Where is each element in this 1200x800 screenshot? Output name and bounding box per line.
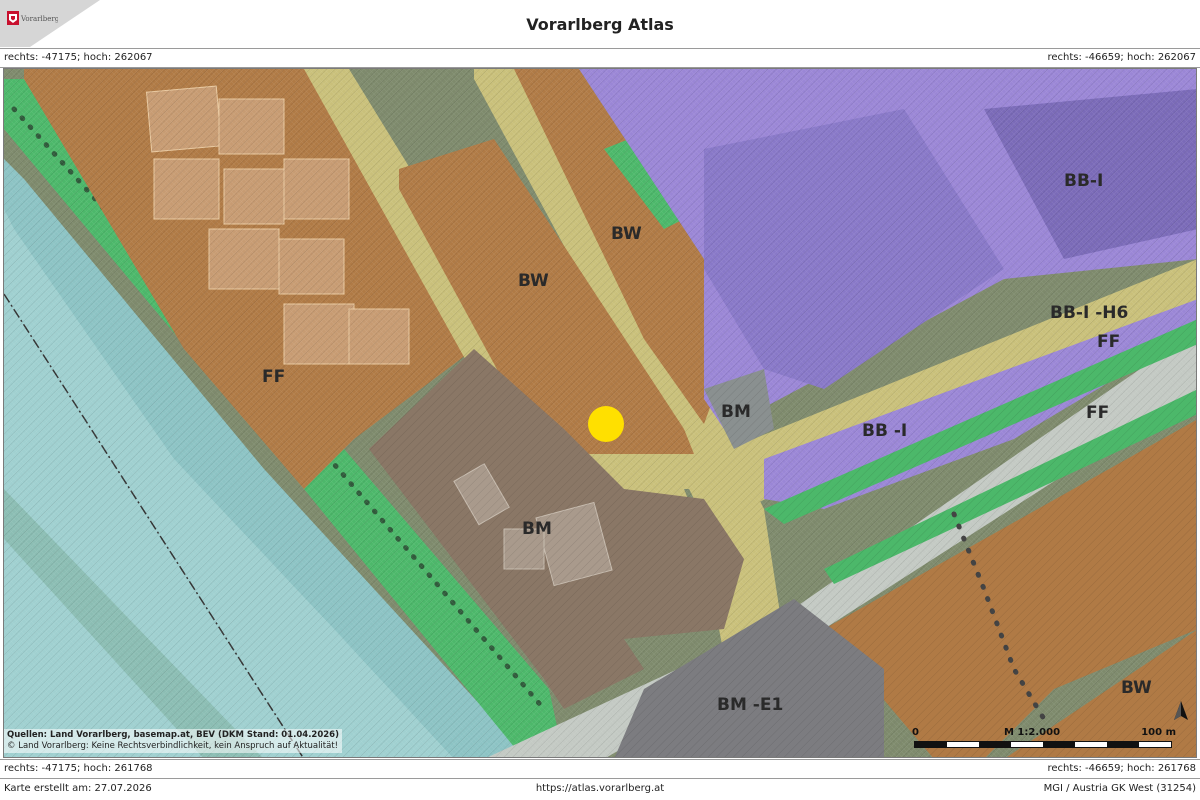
north-arrow-icon bbox=[1174, 701, 1188, 720]
coord-bottom-left: rechts: -47175; hoch: 261768 bbox=[4, 763, 153, 774]
page-title: Vorarlberg Atlas bbox=[526, 15, 674, 34]
zoning-map[interactable]: BW BW BW BB-I BB-I -H6 BB -I BM BM BM -E… bbox=[4, 69, 1197, 758]
zone-label[interactable]: BM bbox=[721, 402, 751, 422]
coord-top-right: rechts: -46659; hoch: 262067 bbox=[1047, 52, 1196, 63]
scale-end: 100 m bbox=[1141, 727, 1176, 738]
location-marker-icon[interactable] bbox=[588, 406, 624, 442]
map-sources: Quellen: Land Vorarlberg, basemap.at, BE… bbox=[4, 729, 342, 753]
zone-label[interactable]: BB -I bbox=[862, 421, 907, 441]
zone-label[interactable]: BB-I -H6 bbox=[1050, 303, 1128, 323]
coord-top-left: rechts: -47175; hoch: 262067 bbox=[4, 52, 153, 63]
scale-bar-graphic bbox=[914, 741, 1172, 748]
scale-ratio: M 1:2.000 bbox=[1004, 727, 1061, 738]
scale-start: 0 bbox=[912, 727, 919, 738]
zone-label[interactable]: FF bbox=[1086, 403, 1109, 423]
scale-bar: 0 M 1:2.000 100 m bbox=[908, 727, 1176, 755]
coord-bottom-right: rechts: -46659; hoch: 261768 bbox=[1047, 763, 1196, 774]
footer: Karte erstellt am: 27.07.2026 https://at… bbox=[0, 778, 1200, 800]
zone-label[interactable]: BB-I bbox=[1064, 171, 1103, 191]
zone-label[interactable]: BM bbox=[522, 519, 552, 539]
header: Vorarlberg Vorarlberg Atlas bbox=[0, 0, 1200, 49]
source-line: Quellen: Land Vorarlberg, basemap.at, BE… bbox=[7, 730, 339, 740]
zone-label[interactable]: FF bbox=[1097, 332, 1120, 352]
atlas-link[interactable]: https://atlas.vorarlberg.at bbox=[0, 779, 1200, 799]
zone-label[interactable]: BW bbox=[611, 224, 642, 244]
bottom-coordinates-bar: rechts: -47175; hoch: 261768 rechts: -46… bbox=[0, 759, 1200, 778]
zone-label[interactable]: BM -E1 bbox=[717, 695, 783, 715]
zone-label[interactable]: FF bbox=[262, 367, 285, 387]
zone-label[interactable]: BW bbox=[1121, 678, 1152, 698]
map-view[interactable]: BW BW BW BB-I BB-I -H6 BB -I BM BM BM -E… bbox=[3, 68, 1197, 758]
top-coordinates-bar: rechts: -47175; hoch: 262067 rechts: -46… bbox=[0, 49, 1200, 68]
projection-info: MGI / Austria GK West (31254) bbox=[1043, 783, 1196, 794]
disclaimer-line: © Land Vorarlberg: Keine Rechtsverbindli… bbox=[7, 741, 339, 751]
zone-label[interactable]: BW bbox=[518, 271, 549, 291]
